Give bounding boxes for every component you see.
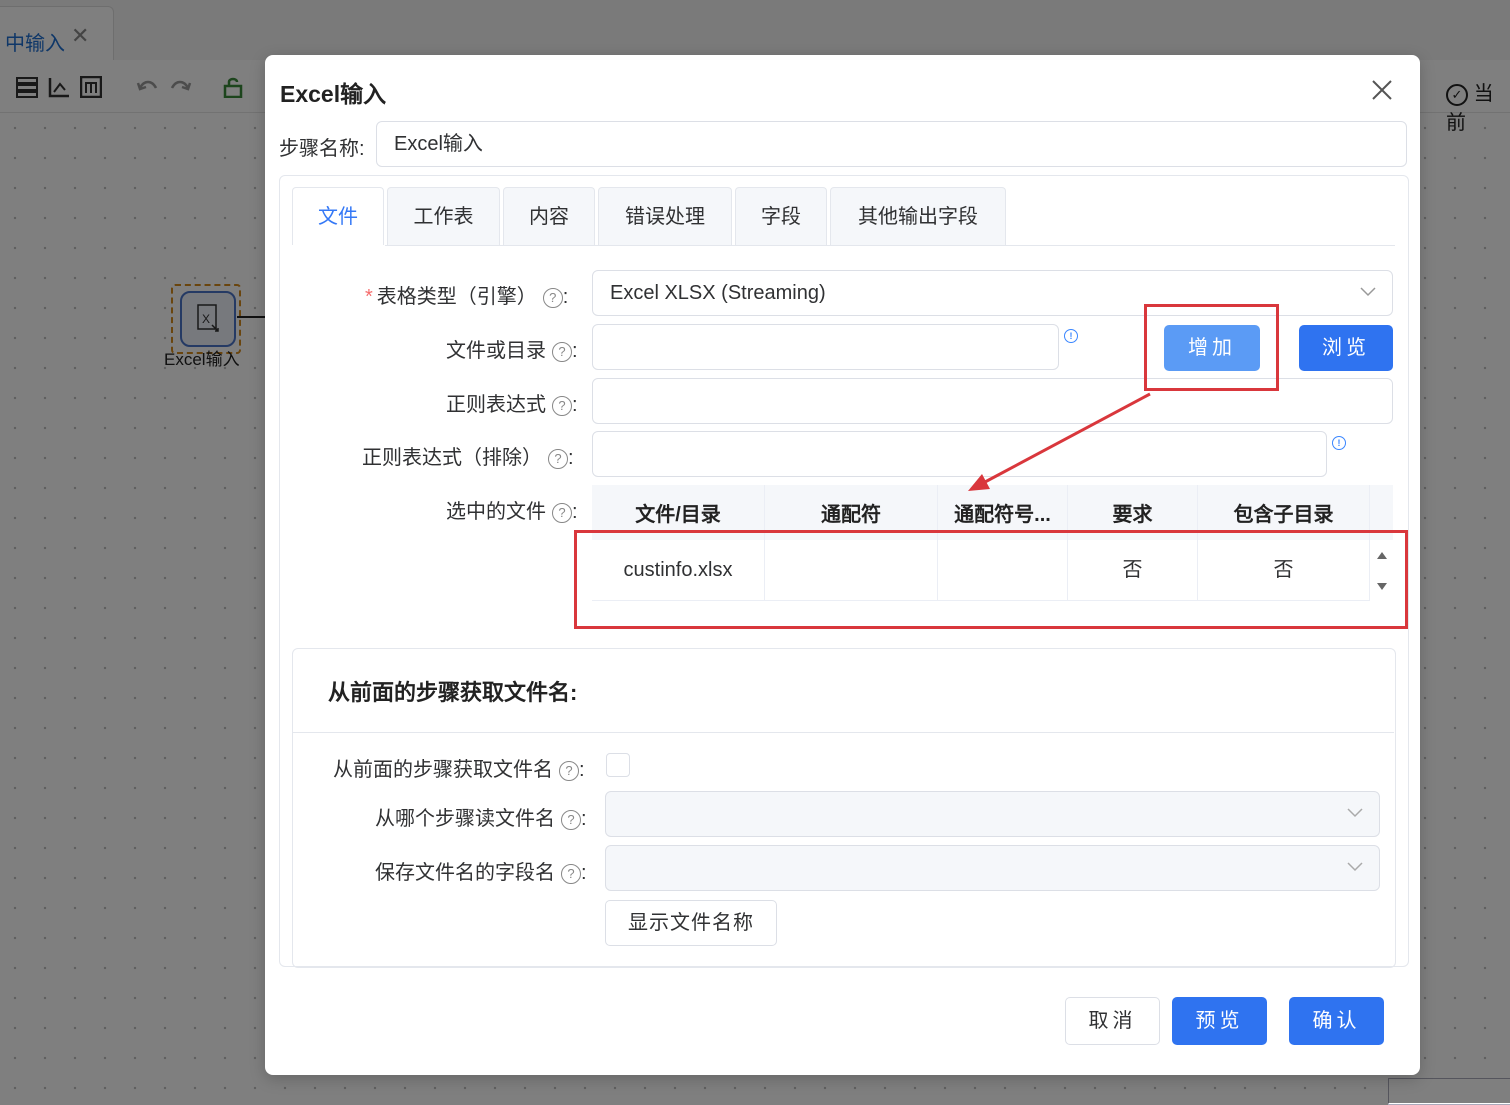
help-icon[interactable]: ? [561,863,581,884]
regex-exclude-label: 正则表达式（排除）?: [362,447,574,469]
help-icon[interactable]: ? [559,760,579,781]
tab-other-output-fields[interactable]: 其他输出字段 [830,187,1006,245]
spreadsheet-type-label: * 表格类型（引擎）?: [365,286,569,308]
help-icon[interactable]: ? [542,287,563,308]
selected-files-label: 选中的文件?: [446,501,578,523]
confirm-button[interactable]: 确认 [1289,997,1384,1045]
panel-divider [293,732,1394,733]
accept-filenames-checkbox[interactable] [606,753,630,777]
tab-content[interactable]: 内容 [503,187,595,245]
help-icon[interactable]: ? [548,448,568,469]
help-icon[interactable]: ? [552,502,572,523]
help-icon[interactable]: ? [552,341,572,362]
dialog-title: Excel输入 [280,81,387,107]
step-name-label: 步骤名称: [279,138,365,160]
source-step-label: 从哪个步骤读文件名?: [375,808,587,830]
chevron-down-icon [1347,862,1363,872]
source-step-select[interactable] [605,791,1380,837]
tab-error-handling[interactable]: 错误处理 [598,187,732,245]
tab-fields[interactable]: 字段 [735,187,827,245]
help-icon[interactable]: ? [552,395,572,416]
chevron-down-icon [1360,287,1376,297]
cancel-button[interactable]: 取消 [1065,997,1160,1045]
file-or-dir-input[interactable] [592,324,1059,370]
accept-filenames-label: 从前面的步骤获取文件名?: [333,759,585,781]
info-icon: ! [1332,436,1346,450]
tab-worksheet[interactable]: 工作表 [387,187,500,245]
filename-field-label: 保存文件名的字段名?: [375,862,587,884]
file-or-dir-label: 文件或目录?: [446,340,578,362]
chevron-down-icon [1347,808,1363,818]
help-icon[interactable]: ? [561,809,581,830]
annotation-box-table-row [574,530,1408,629]
preview-button[interactable]: 预览 [1172,997,1267,1045]
show-filenames-button[interactable]: 显示文件名称 [605,900,777,946]
regex-label: 正则表达式?: [446,394,578,416]
step-name-input[interactable]: Excel输入 [376,121,1407,167]
previous-step-title: 从前面的步骤获取文件名: [328,680,578,705]
annotation-box-add [1144,304,1279,391]
browse-button[interactable]: 浏览 [1299,325,1393,371]
regex-exclude-input[interactable] [592,431,1327,477]
tab-file[interactable]: 文件 [292,187,384,245]
close-icon[interactable] [1369,77,1395,103]
info-icon: ! [1064,329,1078,343]
filename-field-select[interactable] [605,845,1380,891]
